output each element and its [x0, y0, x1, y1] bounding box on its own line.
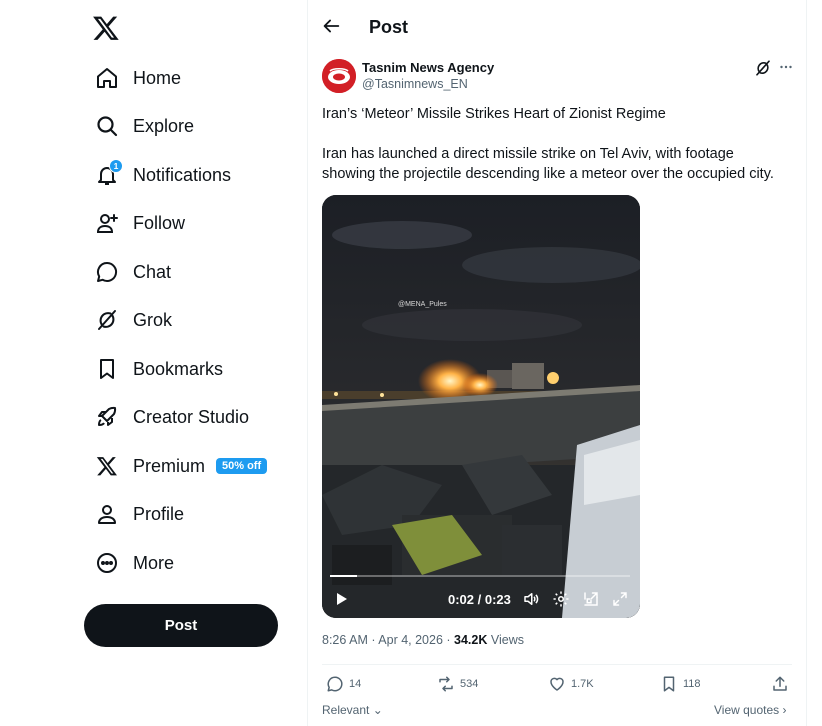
nav-label-grok: Grok: [133, 309, 173, 330]
bell-icon: 1: [94, 159, 123, 188]
post-header: Post: [308, 0, 806, 54]
repost-icon: [439, 676, 453, 692]
nav-label-premium: Premium: [133, 455, 206, 476]
heart-icon: [550, 677, 564, 691]
nav-label-chat: Chat: [133, 261, 172, 282]
reply-icon: [327, 676, 343, 692]
nav-label-creator-studio: Creator Studio: [133, 406, 250, 427]
rocket-icon: [94, 404, 120, 430]
picture-in-picture-icon[interactable]: [582, 590, 600, 608]
author-avatar[interactable]: [322, 59, 356, 93]
more-circle-icon: [94, 550, 120, 576]
video-time: 0:02 / 0:23: [448, 592, 511, 607]
nav-label-bookmarks: Bookmarks: [133, 358, 224, 379]
play-icon[interactable]: [333, 591, 349, 607]
chevron-down-icon: ⌄: [369, 703, 383, 717]
grok-explain-icon[interactable]: [754, 59, 772, 77]
nav-item-grok[interactable]: Grok: [84, 298, 182, 342]
author-name[interactable]: Tasnim News Agency: [362, 60, 494, 75]
nav-label-follow: Follow: [133, 212, 186, 233]
like-count: 1.7K: [571, 678, 594, 690]
post-metadata: 8:26 AM · Apr 4, 2026 · 34.2K Views: [322, 633, 524, 647]
nav-label-explore: Explore: [133, 115, 195, 136]
bookmark-icon: [663, 676, 675, 692]
person-icon: [94, 501, 120, 527]
divider: [322, 664, 792, 665]
person-add-icon: [94, 210, 120, 236]
video-progress-fill: [330, 575, 357, 577]
views-label: Views: [487, 633, 524, 647]
reply-count: 14: [349, 678, 362, 690]
nav-item-home[interactable]: Home: [84, 56, 191, 100]
nav-item-follow[interactable]: Follow: [84, 201, 195, 245]
video-progress-bar[interactable]: [330, 575, 630, 577]
post-detail-column: Post Tasnim News Agency @Tasnimnews_EN I…: [307, 0, 807, 726]
video-watermark: @MENA_Pules: [398, 301, 447, 308]
video-player[interactable]: @MENA_Pules 0:02 / 0:23: [322, 195, 640, 618]
repost-button[interactable]: 534: [437, 675, 478, 693]
page-title: Post: [369, 17, 409, 37]
grok-icon: [94, 307, 120, 333]
share-button[interactable]: [771, 675, 789, 693]
repost-count: 534: [460, 678, 479, 690]
premium-discount-badge: 50% off: [216, 458, 268, 474]
tasnim-logo-icon: [322, 59, 356, 93]
search-icon: [94, 113, 120, 139]
bookmark-button[interactable]: 118: [660, 675, 701, 693]
nav-item-chat[interactable]: Chat: [84, 250, 181, 294]
nav-item-profile[interactable]: Profile: [84, 492, 194, 536]
post-body-line: Iran has launched a direct missile strik…: [322, 146, 734, 162]
bookmark-icon: [94, 356, 120, 382]
nav-item-notifications[interactable]: 1 Notifications: [84, 153, 241, 197]
left-navigation: Home Explore 1 Notifications Follow Chat…: [0, 0, 307, 726]
view-quotes-link[interactable]: View quotes ›: [714, 703, 787, 717]
back-arrow-icon[interactable]: [320, 15, 342, 37]
video-frame: [322, 195, 640, 618]
nav-label-notifications: Notifications: [133, 164, 232, 185]
nav-item-bookmarks[interactable]: Bookmarks: [84, 347, 233, 391]
view-quotes-label: View quotes: [714, 703, 780, 717]
notification-count-badge: 1: [109, 159, 123, 173]
volume-icon[interactable]: [522, 590, 540, 608]
chevron-right-icon: ›: [779, 703, 787, 717]
reply-button[interactable]: 14: [326, 675, 361, 693]
x-logo-icon[interactable]: [92, 14, 120, 42]
nav-item-premium[interactable]: Premium 50% off: [84, 444, 277, 488]
nav-item-creator-studio[interactable]: Creator Studio: [84, 395, 259, 439]
nav-label-more: More: [133, 552, 175, 573]
post-timestamp[interactable]: 8:26 AM · Apr 4, 2026 ·: [322, 633, 454, 647]
nav-item-explore[interactable]: Explore: [84, 104, 204, 148]
views-count: 34.2K: [454, 633, 488, 647]
share-icon: [773, 676, 787, 691]
nav-label-home: Home: [133, 67, 182, 88]
reply-sort-label: Relevant: [322, 703, 370, 717]
settings-gear-icon[interactable]: [552, 590, 570, 608]
chat-bubble-icon: [94, 259, 120, 285]
post-headline: Iran’s ‘Meteor’ Missile Strikes Heart of…: [322, 106, 666, 122]
fullscreen-icon[interactable]: [611, 590, 629, 608]
more-options-icon[interactable]: [776, 58, 796, 76]
nav-label-profile: Profile: [133, 503, 185, 524]
like-button[interactable]: 1.7K: [548, 675, 594, 693]
home-icon: [94, 65, 120, 91]
author-handle[interactable]: @Tasnimnews_EN: [362, 77, 468, 91]
compose-post-button[interactable]: Post: [84, 604, 278, 647]
reply-sort-dropdown[interactable]: Relevant ⌄: [322, 703, 383, 717]
bookmark-count: 118: [683, 678, 701, 690]
nav-item-more[interactable]: More: [84, 541, 184, 585]
x-premium-icon: [94, 453, 120, 479]
post-body-line: showing the projectile descending like a…: [322, 166, 774, 182]
